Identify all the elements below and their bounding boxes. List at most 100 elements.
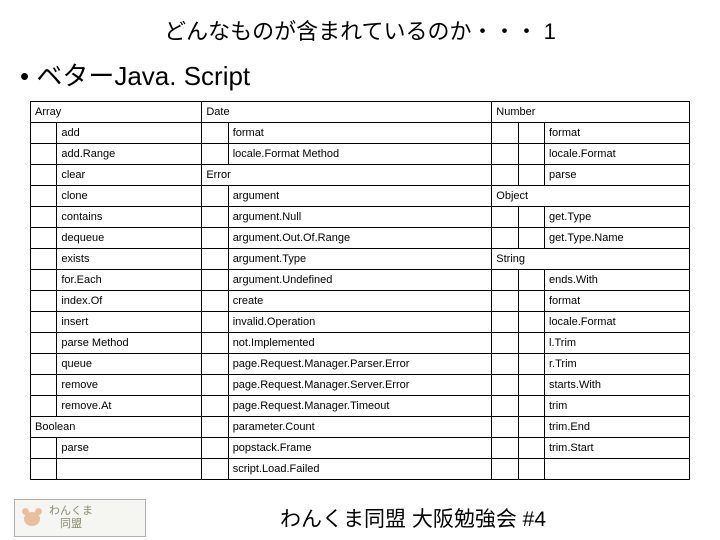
table-cell: trim.Start xyxy=(545,438,690,459)
bullet-line: • ベターJava. Script xyxy=(0,56,720,101)
table-cell xyxy=(31,228,57,249)
table-cell xyxy=(202,186,228,207)
table-cell: clone xyxy=(57,186,202,207)
table-cell xyxy=(202,144,228,165)
table-cell: parse Method xyxy=(57,333,202,354)
table-row: Boolean parameter.Count trim.End xyxy=(31,417,690,438)
table-cell: locale.Format Method xyxy=(228,144,492,165)
table-cell xyxy=(492,354,518,375)
table-cell xyxy=(492,459,518,480)
table-cell xyxy=(202,207,228,228)
table-cell: create xyxy=(228,291,492,312)
table-cell: trim.End xyxy=(545,417,690,438)
table-cell: for.Each xyxy=(57,270,202,291)
table-cell xyxy=(492,207,518,228)
table-cell xyxy=(31,438,57,459)
table-cell: add xyxy=(57,123,202,144)
table-cell xyxy=(518,165,544,186)
table-cell xyxy=(492,312,518,333)
table-cell xyxy=(202,354,228,375)
table-cell xyxy=(518,438,544,459)
table-cell: argument xyxy=(228,186,492,207)
table-cell: Boolean xyxy=(31,417,202,438)
table-cell xyxy=(518,123,544,144)
table-cell: parameter.Count xyxy=(228,417,492,438)
footer-caption: わんくま同盟 大阪勉強会 #4 xyxy=(146,503,720,533)
table-cell: format xyxy=(228,123,492,144)
table-cell: get.Type xyxy=(545,207,690,228)
table-cell xyxy=(492,333,518,354)
table-cell xyxy=(518,459,544,480)
table-row: script.Load.Failed xyxy=(31,459,690,480)
table-row: ArrayDateNumber xyxy=(31,102,690,123)
table-cell: String xyxy=(492,249,690,270)
table-row: containsargument.Nullget.Type xyxy=(31,207,690,228)
table-cell xyxy=(492,375,518,396)
table-cell xyxy=(202,123,228,144)
table-cell: format xyxy=(545,123,690,144)
table-cell xyxy=(492,270,518,291)
table-cell xyxy=(202,291,228,312)
table-cell xyxy=(518,333,544,354)
table-cell: Date xyxy=(202,102,492,123)
table-cell xyxy=(492,228,518,249)
table-cell: locale.Format xyxy=(545,312,690,333)
table-cell xyxy=(518,417,544,438)
table-cell: r.Trim xyxy=(545,354,690,375)
table-cell: exists xyxy=(57,249,202,270)
table-cell: page.Request.Manager.Server.Error xyxy=(228,375,492,396)
table-cell xyxy=(202,312,228,333)
table-cell xyxy=(31,459,57,480)
table-cell: parse xyxy=(57,438,202,459)
table-cell xyxy=(492,165,518,186)
table-cell xyxy=(518,144,544,165)
table-cell xyxy=(518,291,544,312)
logo-text: わんくま 同盟 xyxy=(49,505,93,531)
table-cell: ends.With xyxy=(545,270,690,291)
table-cell xyxy=(31,123,57,144)
table-cell xyxy=(518,375,544,396)
table-cell: invalid.Operation xyxy=(228,312,492,333)
table-cell xyxy=(31,354,57,375)
table-cell: index.Of xyxy=(57,291,202,312)
table-cell xyxy=(202,333,228,354)
table-cell xyxy=(31,165,57,186)
table-cell: page.Request.Manager.Parser.Error xyxy=(228,354,492,375)
table-cell: parse xyxy=(545,165,690,186)
table-cell xyxy=(202,438,228,459)
table-cell: add.Range xyxy=(57,144,202,165)
table-cell: argument.Out.Of.Range xyxy=(228,228,492,249)
table-cell xyxy=(202,228,228,249)
table-cell xyxy=(518,228,544,249)
table-cell xyxy=(545,459,690,480)
table-cell: queue xyxy=(57,354,202,375)
table-row: add.Rangelocale.Format Methodlocale.Form… xyxy=(31,144,690,165)
table-row: existsargument.TypeString xyxy=(31,249,690,270)
table-cell xyxy=(202,249,228,270)
table-cell xyxy=(31,144,57,165)
table-cell xyxy=(518,312,544,333)
table-cell: starts.With xyxy=(545,375,690,396)
table-cell xyxy=(202,375,228,396)
page-title: どんなものが含まれているのか・・・ 1 xyxy=(0,0,720,56)
table-cell: Object xyxy=(492,186,690,207)
table-cell xyxy=(518,354,544,375)
table-cell: insert xyxy=(57,312,202,333)
table-cell: script.Load.Failed xyxy=(228,459,492,480)
table-cell xyxy=(492,123,518,144)
table-cell xyxy=(31,207,57,228)
table-row: insert invalid.Operation locale.Format xyxy=(31,312,690,333)
table-row: remove.Atpage.Request.Manager.Timeouttri… xyxy=(31,396,690,417)
table-cell: Number xyxy=(492,102,690,123)
table-cell xyxy=(31,375,57,396)
table-row: clearErrorparse xyxy=(31,165,690,186)
logo-box: わんくま 同盟 xyxy=(14,499,146,537)
table-cell xyxy=(31,291,57,312)
table-cell: Error xyxy=(202,165,492,186)
bear-icon xyxy=(21,508,43,528)
table-cell: trim xyxy=(545,396,690,417)
table-cell xyxy=(31,396,57,417)
table-cell: popstack.Frame xyxy=(228,438,492,459)
table-cell: remove.At xyxy=(57,396,202,417)
table-cell: argument.Undefined xyxy=(228,270,492,291)
